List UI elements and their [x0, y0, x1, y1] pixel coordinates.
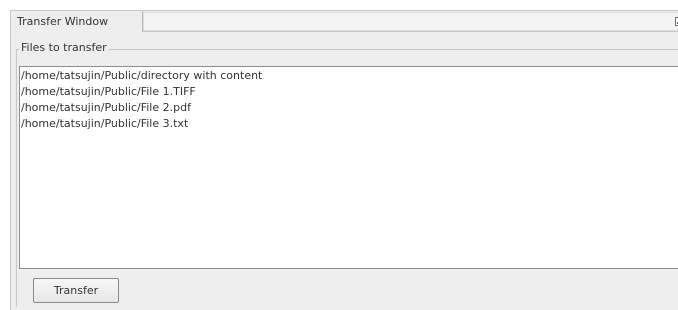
tab-transfer-window[interactable]: Transfer Window — [11, 11, 143, 32]
files-group-title: Files to transfer — [19, 41, 109, 54]
tab-strip — [143, 12, 678, 31]
window-frame: Transfer Window Files to transfer /home/… — [10, 10, 678, 310]
list-item[interactable]: /home/tatsujin/Public/File 3.txt — [20, 116, 678, 132]
transfer-window: Transfer Window Files to transfer /home/… — [0, 0, 678, 310]
list-item[interactable]: /home/tatsujin/Public/directory with con… — [20, 68, 678, 84]
file-list[interactable]: /home/tatsujin/Public/directory with con… — [19, 66, 678, 269]
tab-title: Transfer Window — [17, 15, 109, 28]
list-item[interactable]: /home/tatsujin/Public/File 1.TIFF — [20, 84, 678, 100]
title-bar: Transfer Window — [11, 11, 678, 32]
transfer-button[interactable]: Transfer — [33, 278, 119, 303]
list-item[interactable]: /home/tatsujin/Public/File 2.pdf — [20, 100, 678, 116]
